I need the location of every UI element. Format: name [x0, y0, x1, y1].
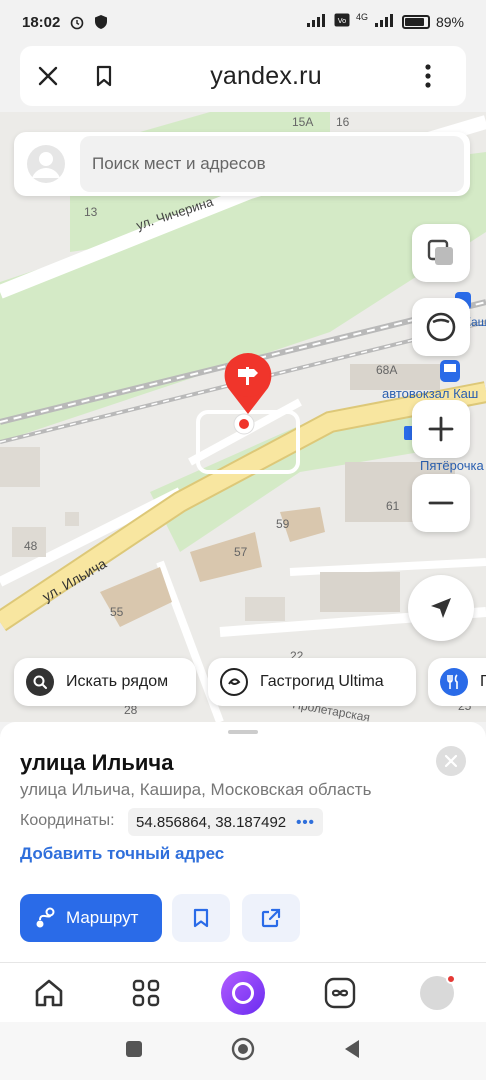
home-icon — [35, 979, 62, 1006]
home-button[interactable] — [25, 969, 73, 1017]
route-button[interactable]: Маршрут — [20, 894, 162, 942]
chip-label: П — [480, 673, 486, 690]
place-title: улица Ильича — [20, 750, 174, 775]
navigation-arrow-icon — [431, 598, 451, 618]
signal-icon — [306, 13, 328, 31]
chip-label: Искать рядом — [66, 673, 169, 690]
layers-icon — [427, 239, 453, 265]
sheet-handle[interactable] — [228, 730, 258, 734]
place-card: улица Ильича улица Ильича, Кашира, Моско… — [0, 722, 486, 962]
coords-label: Координаты: — [20, 812, 115, 829]
status-bar: 18:02 Vo 4G 89% — [0, 0, 486, 44]
bookmark-icon — [193, 908, 209, 928]
shop-label-pyaterochka: Пятёрочка — [420, 458, 484, 473]
recent-apps-icon[interactable] — [125, 1040, 143, 1063]
zoom-out-button[interactable] — [412, 474, 470, 532]
chip-restaurants[interactable]: П — [428, 658, 486, 706]
bus-station-label: автовокзал Каш — [382, 386, 478, 401]
search-icon — [26, 668, 54, 696]
restaurant-icon — [440, 668, 468, 696]
close-card-button[interactable] — [436, 746, 466, 776]
house-label-48: 48 — [24, 539, 38, 553]
house-label-13: 13 — [84, 205, 98, 219]
building — [190, 532, 262, 582]
url-text[interactable]: yandex.ru — [132, 62, 400, 91]
back-icon[interactable] — [343, 1039, 361, 1064]
infinity-tabs-icon — [324, 977, 356, 1008]
gastro-guide-icon — [220, 668, 248, 696]
profile-button[interactable] — [413, 969, 461, 1017]
zoom-in-button[interactable] — [412, 400, 470, 458]
house-label-16: 16 — [336, 115, 350, 129]
share-icon — [261, 908, 281, 928]
svg-text:Vo: Vo — [338, 17, 347, 25]
share-button[interactable] — [242, 894, 300, 942]
house-label-57: 57 — [234, 545, 248, 559]
coords-text: 54.856864, 38.187492 — [136, 813, 287, 831]
network-type: 4G — [355, 12, 368, 22]
panorama-button[interactable] — [412, 298, 470, 356]
bottom-navigation — [0, 962, 486, 1022]
building — [245, 597, 285, 621]
chip-label: Гастрогид Ultima — [260, 673, 384, 690]
tabs-button[interactable] — [316, 969, 364, 1017]
search-box: Поиск мест и адресов — [14, 132, 470, 196]
signal-2-icon — [374, 13, 396, 31]
add-address-link[interactable]: Добавить точный адрес — [20, 844, 224, 864]
chip-gastro-guide[interactable]: Гастрогид Ultima — [208, 658, 416, 706]
panorama-icon — [426, 312, 456, 342]
avatar — [420, 973, 457, 1010]
chip-search-nearby[interactable]: Искать рядом — [14, 658, 196, 706]
route-label: Маршрут — [66, 908, 139, 927]
layers-button[interactable] — [412, 224, 470, 282]
building — [65, 512, 79, 526]
battery-icon — [401, 15, 430, 29]
volte-icon: Vo — [334, 13, 350, 31]
bookmark-icon[interactable] — [76, 46, 132, 106]
building — [320, 572, 400, 612]
house-label-15a: 15А — [292, 115, 313, 129]
system-navigation — [0, 1022, 486, 1080]
minus-icon — [428, 501, 454, 505]
close-icon[interactable] — [20, 46, 76, 106]
battery-percent: 89% — [435, 14, 464, 30]
services-button[interactable] — [122, 969, 170, 1017]
house-label-55: 55 — [110, 605, 124, 619]
notification-badge — [446, 973, 457, 984]
shield-icon — [92, 13, 110, 31]
home-circle-icon[interactable] — [231, 1037, 255, 1066]
close-icon — [445, 755, 457, 767]
browser-bar: yandex.ru — [20, 46, 466, 106]
search-input[interactable]: Поиск мест и адресов — [80, 136, 464, 192]
my-location-button[interactable] — [408, 575, 474, 641]
status-time: 18:02 — [22, 13, 61, 31]
house-label-59: 59 — [276, 517, 290, 531]
building — [0, 447, 40, 487]
route-icon — [34, 906, 56, 930]
plus-icon — [428, 416, 454, 442]
alarm-icon — [68, 13, 86, 31]
place-subtitle: улица Ильича, Кашира, Московская область — [20, 780, 372, 799]
alice-icon — [220, 970, 265, 1015]
coords-value[interactable]: 54.856864, 38.187492 ••• — [128, 808, 323, 836]
user-avatar-icon[interactable] — [20, 138, 72, 190]
more-menu-icon[interactable] — [400, 46, 456, 106]
house-label-68a: 68А — [376, 363, 397, 377]
alice-button[interactable] — [219, 969, 267, 1017]
house-label-61: 61 — [386, 499, 400, 513]
coords-more-icon[interactable]: ••• — [296, 814, 315, 831]
save-bookmark-button[interactable] — [172, 894, 230, 942]
grid-icon — [132, 979, 159, 1006]
